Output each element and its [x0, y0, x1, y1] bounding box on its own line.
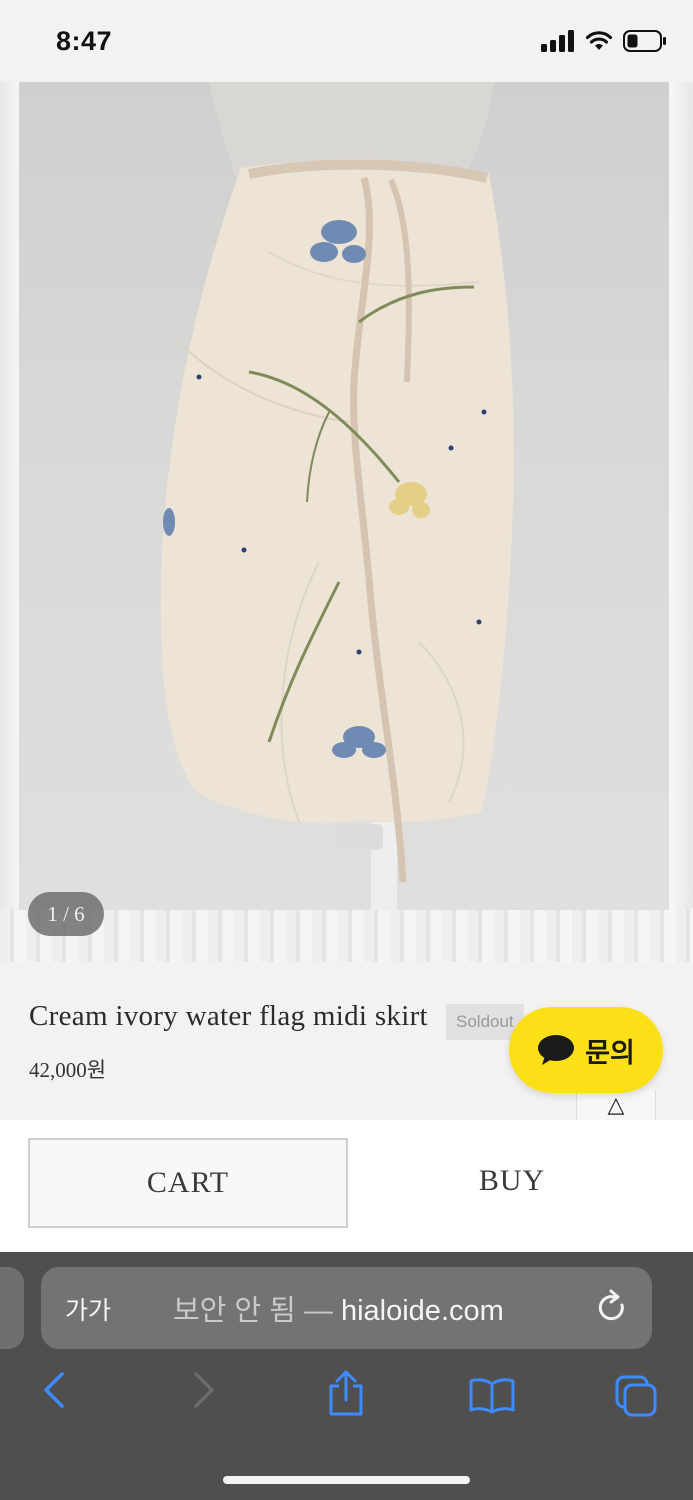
forward-icon[interactable]	[188, 1370, 218, 1410]
frame-ornament	[0, 908, 693, 962]
home-indicator	[223, 1476, 470, 1484]
up-arrow-icon: △	[607, 1092, 625, 1117]
product-photo[interactable]	[19, 82, 669, 910]
insecure-label: 보안 안 됨	[173, 1295, 296, 1327]
chat-bubble-icon	[538, 1035, 575, 1065]
image-counter: 1 / 6	[28, 892, 104, 936]
back-icon[interactable]	[40, 1370, 70, 1410]
cart-button[interactable]: CART	[28, 1138, 348, 1228]
status-icons	[541, 30, 667, 52]
browser-chrome: 가가 보안 안 됨 — hialoide.com	[0, 1252, 693, 1500]
battery-icon	[623, 30, 666, 52]
previous-tab[interactable]	[0, 1267, 24, 1349]
reload-icon[interactable]	[594, 1289, 630, 1327]
inquiry-button[interactable]: 문의	[509, 1007, 663, 1093]
buy-button[interactable]: BUY	[356, 1138, 668, 1224]
share-icon[interactable]	[326, 1370, 366, 1418]
tabs-icon[interactable]	[614, 1374, 660, 1418]
inquiry-label: 문의	[585, 1037, 635, 1068]
action-bar: CART BUY	[0, 1120, 693, 1252]
product-name: Cream ivory water flag midi skirt	[29, 1000, 428, 1032]
bookmarks-icon[interactable]	[468, 1376, 516, 1414]
text-size-button[interactable]: 가가	[65, 1291, 111, 1327]
wifi-icon	[585, 31, 613, 50]
signal-icon	[541, 30, 574, 52]
address-bar[interactable]: 가가 보안 안 됨 — hialoide.com	[41, 1267, 652, 1349]
product-price: 42,000원	[29, 1058, 107, 1082]
status-time: 8:47	[56, 26, 113, 56]
url-separator: —	[295, 1295, 341, 1327]
url-host: hialoide.com	[340, 1295, 504, 1327]
url-display[interactable]: 보안 안 됨 — hialoide.com	[173, 1287, 504, 1329]
status-bar: 8:47	[0, 0, 693, 82]
browser-toolbar	[0, 1370, 693, 1430]
scroll-top-button[interactable]: △	[576, 1090, 656, 1120]
